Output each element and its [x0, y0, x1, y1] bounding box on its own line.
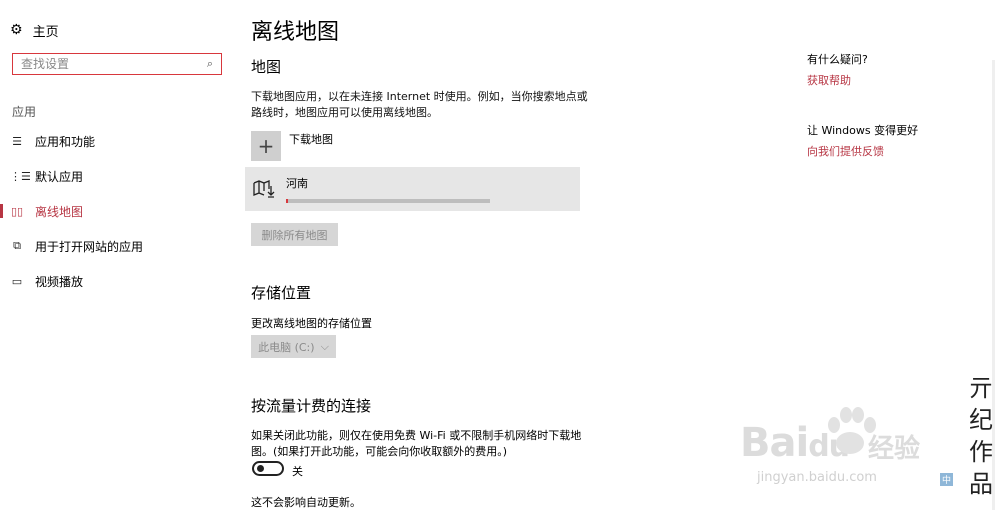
maps-heading: 地图: [251, 58, 282, 76]
video-playback-icon: ▭: [11, 274, 23, 288]
sidebar-item-apps-for-websites[interactable]: ⧉ 用于打开网站的应用: [0, 232, 240, 260]
section-label-apps: 应用: [12, 105, 37, 119]
metered-description: 如果关闭此功能，则仅在使用免费 Wi-Fi 或不限制手机网络时下载地图。(如果打…: [251, 429, 582, 458]
feedback-link[interactable]: 向我们提供反馈: [807, 143, 884, 159]
toggle-state-label: 关: [292, 465, 303, 478]
help-question: 有什么疑问?: [807, 53, 868, 66]
improve-windows-heading: 让 Windows 变得更好: [807, 124, 919, 137]
page-title: 离线地图: [251, 20, 340, 45]
map-name: 河南: [286, 177, 308, 190]
nav-home-label: 主页: [32, 24, 59, 40]
watermark-stamp: 中: [940, 473, 954, 486]
toggle-knob: [257, 465, 264, 472]
sidebar-item-label: 离线地图: [35, 204, 84, 219]
apps-features-icon: ☰: [12, 134, 22, 148]
download-progress-fill: [286, 199, 288, 203]
watermark-url: jingyan.baidu.com: [757, 470, 877, 485]
sidebar-item-video-playback[interactable]: ▭ 视频播放: [0, 267, 240, 295]
sidebar-item-default-apps[interactable]: ⋮☰ 默认应用: [0, 162, 240, 190]
watermark-brand-text: Bai: [740, 420, 809, 466]
storage-heading: 存储位置: [251, 284, 312, 302]
search-settings-box[interactable]: ⌕: [12, 53, 222, 75]
download-maps-label[interactable]: 下载地图: [289, 131, 333, 147]
default-apps-icon: ⋮☰: [10, 169, 31, 183]
sidebar-item-label: 默认应用: [35, 169, 84, 184]
sidebar-item-label: 用于打开网站的应用: [35, 239, 144, 254]
maps-description: 下载地图应用，以在未连接 Internet 时使用。例如，当你搜索地点或路线时，…: [251, 90, 588, 119]
selected-drive: 此电脑 (C:): [258, 340, 315, 354]
plus-icon: +: [257, 134, 275, 158]
sidebar-item-label: 视频播放: [35, 274, 84, 289]
sidebar-item-offline-maps[interactable]: ▯▯ 离线地图: [0, 197, 240, 225]
offline-maps-icon: ▯▯: [10, 204, 24, 218]
get-help-link[interactable]: 获取帮助: [807, 72, 851, 88]
storage-description: 更改离线地图的存储位置: [251, 317, 372, 330]
map-download-icon: [253, 179, 277, 204]
delete-all-maps-button[interactable]: 删除所有地图: [251, 223, 338, 246]
gear-icon: ⚙: [10, 22, 23, 38]
download-maps-button[interactable]: +: [251, 131, 281, 161]
watermark-jingyan: 经验: [868, 434, 921, 464]
search-input[interactable]: [21, 57, 207, 71]
search-icon[interactable]: ⌕: [207, 57, 213, 71]
apps-for-websites-icon: ⧉: [13, 239, 21, 252]
sidebar-item-label: 应用和功能: [35, 134, 96, 149]
watermark-calligraphy: 亓纪作品: [969, 374, 993, 498]
storage-location-dropdown[interactable]: 此电脑 (C:) ⌵: [251, 335, 336, 358]
metered-heading: 按流量计费的连接: [251, 397, 372, 415]
sidebar-item-apps-features[interactable]: ☰ 应用和功能: [0, 127, 240, 155]
metered-toggle[interactable]: [252, 461, 284, 476]
auto-update-note: 这不会影响自动更新。: [251, 496, 361, 509]
chevron-down-icon: ⌵: [320, 339, 329, 353]
nav-home[interactable]: ⚙ 主页: [10, 20, 59, 40]
download-progress-bar: [286, 199, 490, 203]
